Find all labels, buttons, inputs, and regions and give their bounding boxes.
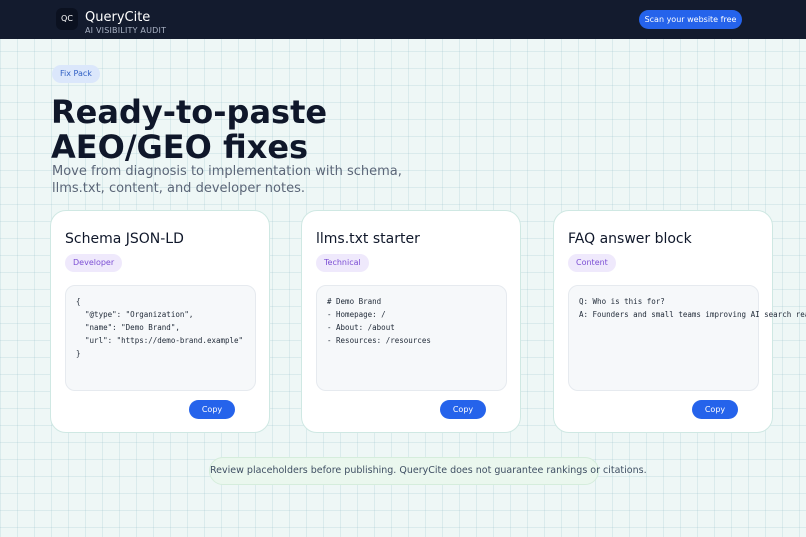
audience-tag: Developer: [65, 254, 123, 272]
section-pill: Fix Pack: [52, 65, 100, 83]
code-snippet[interactable]: Q: Who is this for? A: Founders and smal…: [568, 285, 806, 391]
code-snippet[interactable]: { "@type": "Organization", "name": "Demo…: [65, 285, 256, 391]
fix-card-faq: FAQ answer block Content Q: Who is this …: [553, 210, 806, 433]
page-subtitle: Move from diagnosis to implementation wi…: [52, 164, 402, 196]
copy-button[interactable]: Copy: [189, 400, 235, 419]
fix-card-schema: Schema JSON-LD Developer { "@type": "Org…: [50, 210, 270, 433]
top-navigation-bar: QC QueryCite AI VISIBILITY AUDIT Scan yo…: [0, 0, 806, 39]
disclaimer-notice: Review placeholders before publishing. Q…: [209, 457, 647, 485]
scan-website-button[interactable]: Scan your website free: [639, 10, 742, 29]
brand-name[interactable]: QueryCite: [85, 10, 150, 25]
page: QC QueryCite AI VISIBILITY AUDIT Scan yo…: [0, 0, 806, 537]
querycite-logo[interactable]: QC: [56, 8, 78, 30]
card-title: Schema JSON-LD: [65, 231, 184, 247]
copy-button[interactable]: Copy: [440, 400, 486, 419]
card-title: llms.txt starter: [316, 231, 420, 247]
page-title: Ready-to-paste AEO/GEO fixes: [51, 93, 328, 166]
card-title: FAQ answer block: [568, 231, 692, 247]
code-text: Q: Who is this for? A: Founders and smal…: [579, 297, 806, 319]
code-text: { "@type": "Organization", "name": "Demo…: [76, 297, 244, 358]
copy-button[interactable]: Copy: [692, 400, 738, 419]
audience-tag: Content: [568, 254, 616, 272]
fix-card-llms-txt: llms.txt starter Technical # Demo Brand …: [301, 210, 521, 433]
code-snippet[interactable]: # Demo Brand - Homepage: / - About: /abo…: [316, 285, 507, 391]
brand-subtitle: AI VISIBILITY AUDIT: [85, 26, 167, 35]
code-text: # Demo Brand - Homepage: / - About: /abo…: [327, 297, 431, 345]
audience-tag: Technical: [316, 254, 369, 272]
